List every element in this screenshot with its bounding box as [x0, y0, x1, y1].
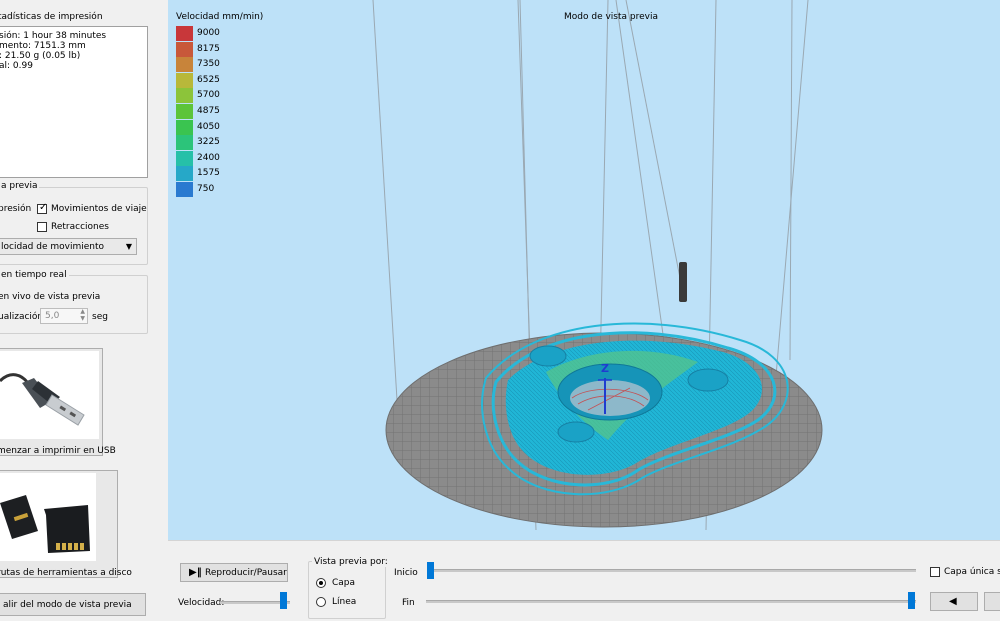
legend-value: 8175 — [197, 43, 220, 54]
color-mode-value: locidad de movimiento — [1, 242, 105, 252]
sd-export-label: rutas de herramientas a disco — [0, 568, 132, 578]
layer-radio[interactable] — [316, 578, 326, 588]
stats-line: mento: 7151.3 mm — [0, 41, 86, 51]
legend-value: 1575 — [197, 168, 220, 179]
preview-by-title: Vista previa por: — [312, 557, 390, 567]
legend-value: 750 — [197, 184, 215, 194]
preview-by-group — [308, 561, 386, 619]
spin-arrows-icon: ▲ ▼ — [80, 308, 85, 322]
legend-value: 9000 — [197, 28, 220, 38]
update-interval-label: ualización — [0, 312, 44, 322]
radio-selected-icon — [319, 581, 323, 585]
exit-preview-button[interactable]: alir del modo de vista previa — [0, 593, 146, 616]
z-axis-label: Z — [601, 362, 609, 375]
travel-moves-label: Movimientos de viaje — [51, 204, 147, 214]
layer-radio-label: Capa — [332, 578, 356, 588]
legend-swatch — [176, 26, 193, 41]
single-layer-label: Capa única sol — [944, 567, 1000, 577]
stats-line: : 21.50 g (0.05 lb) — [0, 51, 81, 61]
impresion-label: presión — [0, 204, 32, 214]
stats-title: tadísticas de impresión — [0, 12, 103, 22]
usb-print-button[interactable]: menzar a imprimir en USB — [0, 348, 116, 456]
legend-swatch — [176, 57, 193, 73]
end-slider-thumb[interactable] — [908, 592, 915, 609]
update-interval-value: 5,0 — [45, 311, 60, 321]
legend-swatch — [176, 182, 193, 197]
live-preview-label: en vivo de vista previa — [0, 292, 101, 302]
left-panel: tadísticas de impresión sión: 1 hour 38 … — [0, 0, 169, 620]
sd-export-button[interactable]: rutas de herramientas a disco — [0, 470, 132, 578]
check-icon: ✓ — [39, 202, 48, 213]
update-interval-spinbox[interactable]: 5,0 ▲ ▼ — [40, 308, 88, 324]
legend-swatch — [176, 72, 193, 88]
line-radio-label: Línea — [332, 597, 357, 607]
exit-preview-label: alir del modo de vista previa — [3, 600, 132, 610]
legend-value: 5700 — [197, 90, 220, 101]
travel-moves-checkbox[interactable]: ✓ — [37, 202, 48, 214]
legend-value: 4050 — [197, 121, 220, 132]
legend-value: 6525 — [197, 74, 220, 85]
usb-print-label: menzar a imprimir en USB — [0, 446, 116, 456]
retractions-checkbox[interactable] — [37, 222, 47, 232]
update-interval-unit: seg — [92, 312, 108, 322]
single-layer-checkbox[interactable] — [930, 567, 940, 577]
preview-viewport[interactable]: Z Modo de vista previa Velocidad mm/min)… — [168, 0, 1000, 540]
legend-swatch — [176, 135, 193, 151]
legend-swatch — [176, 104, 193, 119]
stats-line: al: 0.99 — [0, 61, 33, 71]
legend-title: Velocidad mm/min) — [176, 12, 264, 22]
speed-slider-thumb[interactable] — [279, 592, 287, 609]
line-radio[interactable] — [316, 597, 326, 607]
prev-layer-button[interactable]: ◀ — [930, 592, 978, 611]
viewport-title: Modo de vista previa — [564, 12, 658, 22]
model-scene — [372, 0, 823, 531]
start-slider-thumb[interactable] — [427, 562, 434, 579]
play-pause-button[interactable]: ▶‖ Reproducir/Pausar — [180, 563, 288, 582]
speed-label: Velocidad: — [178, 598, 225, 608]
realtime-title: en tiempo real — [0, 270, 69, 280]
arrow-left-icon: ◀ — [949, 596, 957, 607]
legend-swatch — [176, 166, 193, 182]
retractions-label: Retracciones — [51, 222, 109, 232]
end-slider-track[interactable] — [426, 600, 916, 603]
legend-value: 7350 — [197, 59, 220, 70]
chevron-down-icon: ▼ — [125, 242, 132, 251]
realtime-group — [0, 275, 148, 334]
start-label: Inicio — [394, 568, 418, 578]
legend-swatch — [176, 88, 193, 104]
legend-swatch — [176, 150, 193, 166]
play-pause-label: Reproducir/Pausar — [205, 568, 287, 578]
preview-settings-title: a previa — [0, 181, 40, 191]
legend-value: 2400 — [197, 152, 220, 163]
play-pause-icon: ▶‖ — [189, 567, 202, 578]
stats-box: sión: 1 hour 38 minutes mento: 7151.3 mm… — [0, 26, 148, 178]
legend-value: 4875 — [197, 106, 220, 116]
usb-icon — [0, 351, 99, 439]
stats-line: sión: 1 hour 38 minutes — [0, 31, 107, 41]
start-slider-track[interactable] — [430, 569, 916, 572]
end-label: Fin — [402, 598, 415, 608]
next-layer-button[interactable] — [984, 592, 1000, 611]
playback-controls: ▶‖ Reproducir/Pausar Velocidad: Vista pr… — [168, 540, 1000, 621]
legend-value: 3225 — [197, 137, 220, 148]
color-mode-select[interactable]: locidad de movimiento ▼ — [0, 238, 137, 255]
legend-swatch — [176, 119, 193, 135]
legend-swatch — [176, 41, 193, 57]
sd-card-icon — [0, 473, 96, 561]
